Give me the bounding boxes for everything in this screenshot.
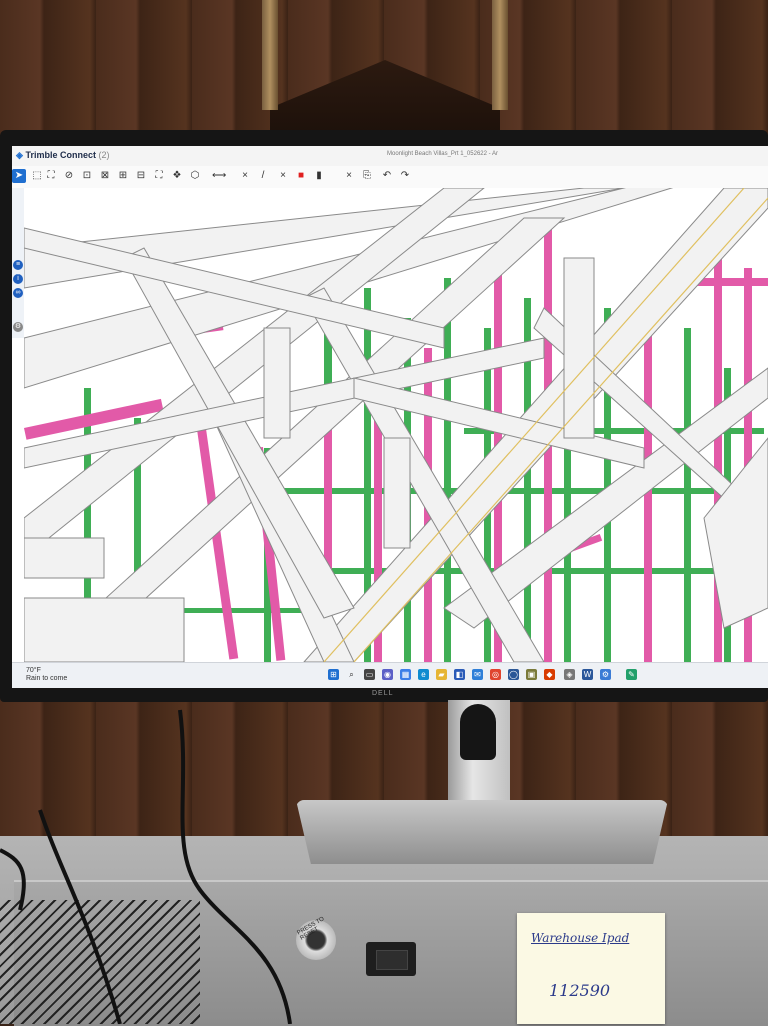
pointer-icon[interactable]: ➤ xyxy=(12,169,26,183)
weather-text: Rain to come xyxy=(26,675,68,682)
office-icon[interactable]: ◆ xyxy=(544,669,555,680)
store-icon[interactable]: ◧ xyxy=(454,669,465,680)
panel-icon[interactable]: ▮ xyxy=(312,169,326,183)
app-icon[interactable]: ▣ xyxy=(526,669,537,680)
explode-icon[interactable]: ❖ xyxy=(170,169,184,183)
mail-icon[interactable]: ✉ xyxy=(472,669,483,680)
close-icon[interactable]: × xyxy=(342,169,356,183)
info-icon[interactable]: i xyxy=(13,274,23,284)
fit-icon[interactable]: ⛶ xyxy=(152,169,166,183)
edge-icon[interactable]: e xyxy=(418,669,429,680)
section-z-icon[interactable]: ⊟ xyxy=(134,169,148,183)
monitor-base xyxy=(296,800,668,864)
shelf-support-left xyxy=(262,0,278,110)
cube-icon[interactable]: ⬡ xyxy=(188,169,202,183)
toolbar: ➤ ⬚ ⛶ ⊘ ⊡ ⊠ ⊞ ⊟ ⛶ ❖ ⬡ ⟷ × / × ■ ▮ × ⎘ ↶ ↷ xyxy=(12,166,768,189)
note-title: Warehouse Ipad xyxy=(531,931,630,945)
weather-widget[interactable]: 70°F Rain to come xyxy=(26,667,67,683)
app-name: Trimble Connect xyxy=(25,150,96,160)
multi-select-icon[interactable]: ⛶ xyxy=(44,169,58,183)
stand-cable-hole xyxy=(460,704,496,760)
box-select-icon[interactable]: ⬚ xyxy=(30,169,44,183)
widgets-icon[interactable]: ▦ xyxy=(400,669,411,680)
hide-icon[interactable]: ⊘ xyxy=(62,169,76,183)
pen-icon[interactable]: / xyxy=(256,169,270,183)
close-icon[interactable]: × xyxy=(276,169,290,183)
dell-icon[interactable]: ◯ xyxy=(508,669,519,680)
sticky-note: Warehouse Ipad 112590 xyxy=(517,913,665,1024)
monitor: ◈ Trimble Connect (2) Moonlight Beach Vi… xyxy=(0,130,768,702)
redo-icon[interactable]: ↷ xyxy=(398,169,412,183)
chrome-icon[interactable]: ◎ xyxy=(490,669,501,680)
trimble-taskbar-icon[interactable]: ◈ xyxy=(564,669,575,680)
layers-icon[interactable]: ≡ xyxy=(13,260,23,270)
shelf-support-right xyxy=(492,0,508,110)
section-x-icon[interactable]: ⊠ xyxy=(98,169,112,183)
settings-app-icon[interactable]: ⚙ xyxy=(600,669,611,680)
link-icon[interactable]: ∞ xyxy=(13,288,23,298)
windows-taskbar: 70°F Rain to come ⊞ ⌕ ▭ ◉ ▦ e ▰ ◧ ✉ ◎ ◯ … xyxy=(12,662,768,688)
sketch-app-icon[interactable]: ✎ xyxy=(626,669,637,680)
close-icon[interactable]: × xyxy=(238,169,252,183)
color-swatch-icon[interactable]: ■ xyxy=(294,169,308,183)
file-explorer-icon[interactable]: ▰ xyxy=(436,669,447,680)
weather-temp: 70°F xyxy=(26,667,41,674)
start-icon[interactable]: ⊞ xyxy=(328,669,339,680)
undo-icon[interactable]: ↶ xyxy=(380,169,394,183)
trimble-logo-icon: ◈ xyxy=(16,150,23,160)
app-title: ◈ Trimble Connect (2) xyxy=(16,150,109,161)
framing-model-render xyxy=(24,188,768,662)
screen: ◈ Trimble Connect (2) Moonlight Beach Vi… xyxy=(12,146,768,688)
search-icon[interactable]: ⌕ xyxy=(346,669,357,680)
chat-icon[interactable]: ◉ xyxy=(382,669,393,680)
task-view-icon[interactable]: ▭ xyxy=(364,669,375,680)
cables xyxy=(0,709,292,1024)
word-icon[interactable]: W xyxy=(582,669,593,680)
settings-icon[interactable]: ⚙ xyxy=(13,322,23,332)
note-number: 112590 xyxy=(549,981,611,1000)
monitor-brand-logo: DELL xyxy=(372,690,394,697)
section-y-icon[interactable]: ⊞ xyxy=(116,169,130,183)
save-view-icon[interactable]: ⎘ xyxy=(360,169,374,183)
power-switch-rocker[interactable] xyxy=(376,950,408,970)
title-bar: ◈ Trimble Connect (2) Moonlight Beach Vi… xyxy=(12,146,768,167)
app-count: (2) xyxy=(98,150,110,160)
measure-icon[interactable]: ⟷ xyxy=(212,169,226,183)
3d-model-viewport[interactable] xyxy=(24,188,768,662)
document-title: Moonlight Beach Villas_Prt 1_052622 - Ar xyxy=(387,151,498,157)
clip-icon[interactable]: ⊡ xyxy=(80,169,94,183)
